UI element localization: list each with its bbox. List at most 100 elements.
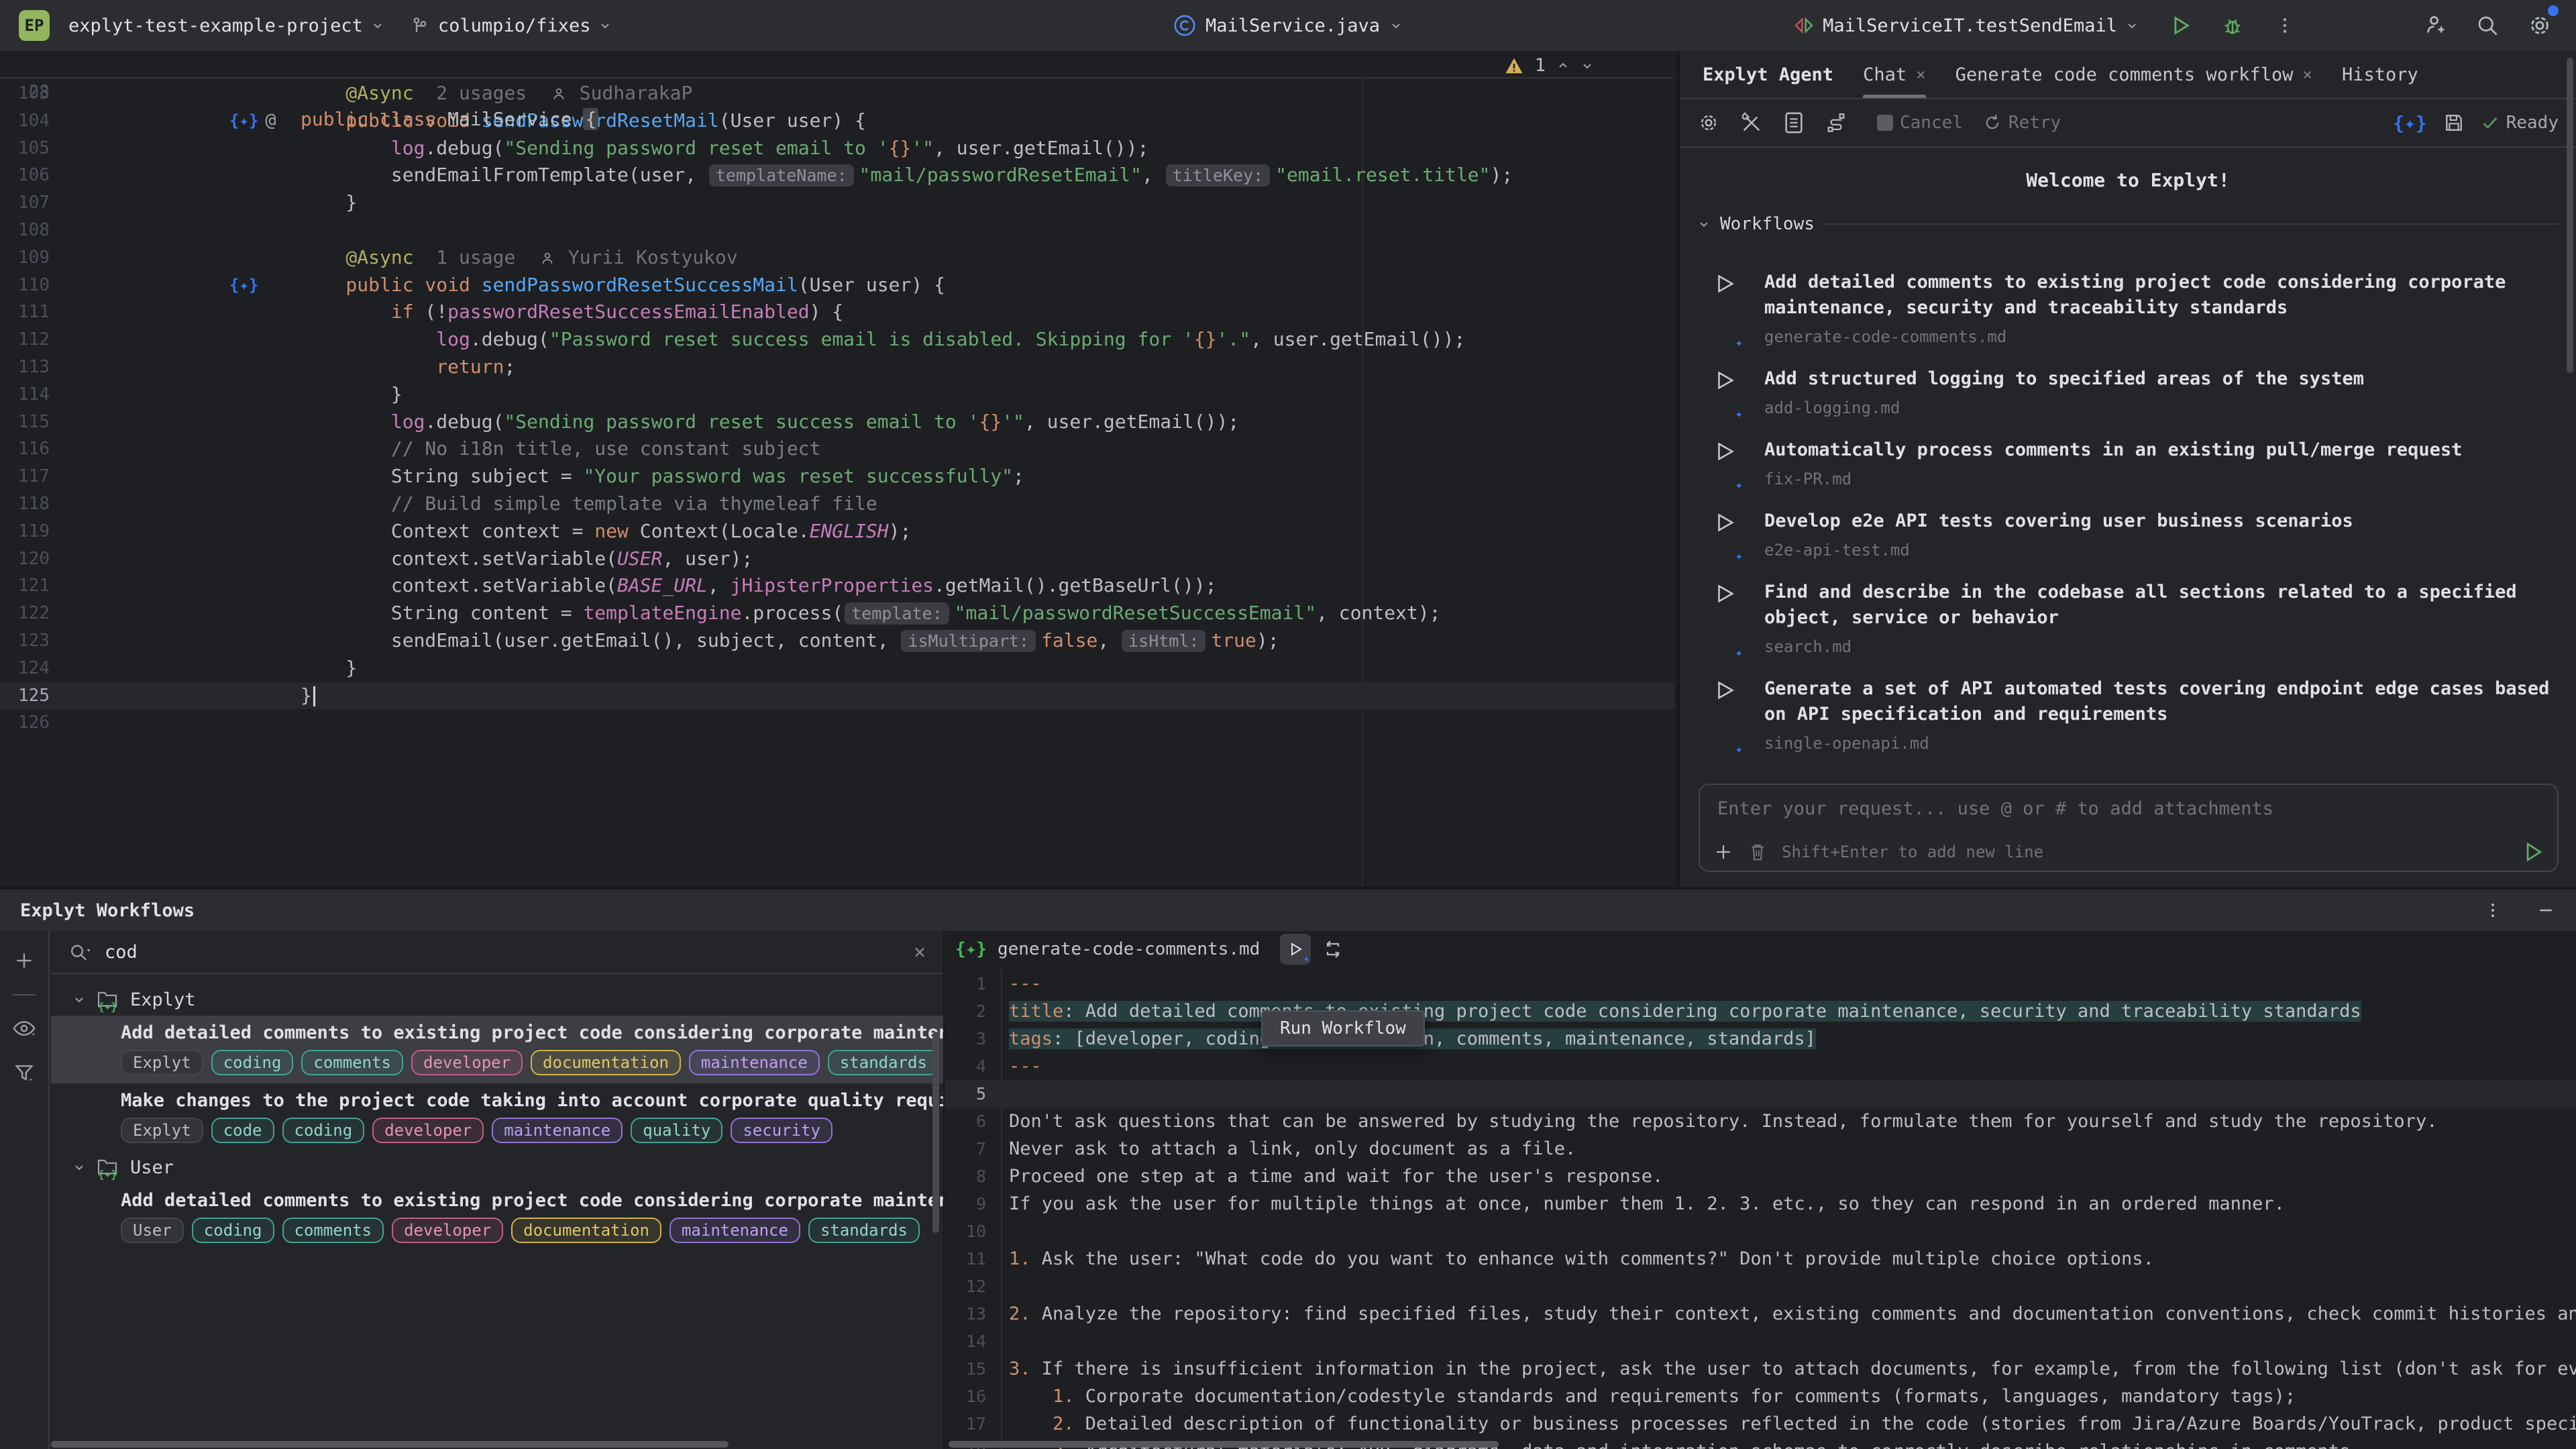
run-workflow-icon[interactable]: ✦ xyxy=(1713,511,1740,559)
log-document-icon[interactable] xyxy=(1783,111,1805,134)
code-line: 104{✦}@ public void sendPasswordResetMai… xyxy=(0,107,1674,135)
workflow-route-icon[interactable] xyxy=(1825,111,1847,134)
branch-widget[interactable]: columpio/fixes xyxy=(403,10,619,42)
code-token: log xyxy=(301,328,470,350)
status-ready: Ready xyxy=(2481,113,2559,133)
minimize-panel-icon[interactable] xyxy=(2536,900,2556,920)
code-editor[interactable]: 28 public class MailService { 1 103 @Asy… xyxy=(0,51,1674,887)
run-workflow-button[interactable]: ✦ xyxy=(1280,934,1311,965)
workflow-file-name: add-logging.md xyxy=(1764,398,2560,417)
explyt-gutter-icon[interactable]: {✦} xyxy=(229,107,258,135)
retry-label: Retry xyxy=(2008,113,2061,133)
list-vertical-scrollbar[interactable] xyxy=(932,1032,939,1233)
annotation-gutter-icon[interactable]: @ xyxy=(265,107,276,135)
code-line: 123 sendEmail(user.getEmail(), subject, … xyxy=(0,627,1674,655)
play-icon xyxy=(1287,941,1303,957)
explyt-gutter-icon[interactable]: {✦} xyxy=(229,272,258,299)
more-actions-button[interactable] xyxy=(2267,8,2302,43)
workflow-group-user[interactable]: {✦}User xyxy=(51,1151,943,1183)
workflow-search-row[interactable]: cod × xyxy=(51,931,943,974)
run-workflow-icon[interactable]: ✦ xyxy=(1713,679,1740,753)
run-workflow-icon[interactable]: ✦ xyxy=(1713,440,1740,488)
workflows-section-header[interactable]: Workflows xyxy=(1697,214,2559,234)
cancel-button[interactable]: Cancel xyxy=(1877,113,1963,133)
inspections-widget[interactable]: 1 xyxy=(1504,55,1594,76)
code-line: 112 log.debug("Password reset success em… xyxy=(0,326,1674,354)
tag-chip: developer xyxy=(411,1050,523,1075)
list-horizontal-scrollbar[interactable] xyxy=(51,1441,729,1448)
md-line-number: 5 xyxy=(945,1080,986,1108)
prev-warning-icon[interactable] xyxy=(1556,59,1570,72)
code-token: public class xyxy=(301,108,447,130)
workflow-list-item[interactable]: Make changes to the project code taking … xyxy=(51,1083,943,1151)
md-editor-body[interactable]: 1---2title: Add detailed comments to exi… xyxy=(945,970,2576,1449)
tag-chip: standards xyxy=(828,1050,939,1075)
line-number: 116 xyxy=(0,435,50,463)
agent-workflow-item[interactable]: ✦Develop e2e API tests covering user bus… xyxy=(1713,508,2560,559)
clear-search-icon[interactable]: × xyxy=(914,941,926,964)
tag-chip: developer xyxy=(392,1218,503,1243)
workflow-list-item[interactable]: Add detailed comments to existing projec… xyxy=(51,1016,943,1083)
agent-workflow-item[interactable]: ✦Automatically process comments in an ex… xyxy=(1713,437,2560,488)
tag-chip: maintenance xyxy=(669,1218,800,1243)
settings-button[interactable] xyxy=(2522,8,2557,43)
filter-icon[interactable] xyxy=(13,1061,36,1084)
md-horizontal-scrollbar[interactable] xyxy=(949,1441,1499,1448)
next-warning-icon[interactable] xyxy=(1580,59,1594,72)
search-input[interactable]: cod xyxy=(105,942,138,963)
agent-settings-icon[interactable] xyxy=(1697,111,1720,134)
md-line-text: 1. Ask the user: "What code do you want … xyxy=(1009,1245,2154,1273)
tab-history[interactable]: History xyxy=(2342,51,2418,98)
agent-workflow-item[interactable]: ✦Add structured logging to specified are… xyxy=(1713,366,2560,417)
debug-button[interactable] xyxy=(2215,8,2250,43)
code-text: } xyxy=(301,655,357,682)
code-token: , user.getEmail()); xyxy=(1250,328,1465,350)
explyt-sparkle-icon[interactable]: {✦} xyxy=(2393,112,2427,134)
code-token: BASE_URL xyxy=(617,574,708,596)
code-token: ); xyxy=(889,520,912,542)
agent-workflow-item[interactable]: ✦Generate a set of API automated tests c… xyxy=(1713,676,2560,753)
tools-icon[interactable] xyxy=(1740,111,1763,134)
workflow-list-item[interactable]: Add detailed comments to existing projec… xyxy=(51,1183,943,1251)
chat-input-box[interactable]: Enter your request... use @ or # to add … xyxy=(1699,784,2559,872)
agent-workflow-item[interactable]: ✦Add detailed comments to existing proje… xyxy=(1713,270,2560,346)
add-workflow-icon[interactable] xyxy=(13,950,35,971)
close-tab-icon[interactable]: × xyxy=(1916,65,1925,84)
agent-scrollbar[interactable] xyxy=(2567,58,2573,373)
project-icon[interactable]: EP xyxy=(19,10,50,41)
workflow-texts: Find and describe in the codebase all se… xyxy=(1764,580,2560,656)
markdown-editor-pane: {✦} generate-code-comments.md ✦ 1---2tit… xyxy=(943,931,2576,1449)
md-line: 2title: Add detailed comments to existin… xyxy=(945,998,2576,1025)
code-line: 109 @Async 1 usage Yurii Kostyukov xyxy=(0,244,1674,272)
run-workflow-icon[interactable]: ✦ xyxy=(1713,582,1740,656)
panel-options-icon[interactable] xyxy=(2483,901,2502,920)
save-icon[interactable] xyxy=(2443,112,2465,133)
item-title: Make changes to the project code taking … xyxy=(121,1090,943,1111)
run-configuration[interactable]: MailServiceIT.testSendEmail xyxy=(1786,9,2145,42)
tag-chip: maintenance xyxy=(689,1050,820,1075)
tab-chat[interactable]: Chat × xyxy=(1863,51,1925,98)
tag-chip: comments xyxy=(301,1050,403,1075)
project-widget[interactable]: explyt-test-example-project xyxy=(62,10,391,42)
send-icon[interactable] xyxy=(2522,841,2544,863)
workflow-group-explyt[interactable]: {✦}Explyt xyxy=(51,983,943,1016)
add-attachment-icon[interactable] xyxy=(1713,842,1733,862)
tab-generate-code-comments-workflow[interactable]: Generate code comments workflow × xyxy=(1955,51,2312,98)
md-line-number: 11 xyxy=(945,1245,986,1273)
trash-icon[interactable] xyxy=(1748,842,1767,862)
agent-workflow-item[interactable]: ✦ Find and describe in the codebase all s… xyxy=(1713,580,2560,656)
retry-button[interactable]: Retry xyxy=(1983,113,2061,133)
view-options-eye-icon[interactable] xyxy=(12,1018,36,1038)
run-workflow-icon[interactable]: ✦ xyxy=(1713,272,1740,346)
md-line-number: 10 xyxy=(945,1218,986,1245)
line-number: 118 xyxy=(0,490,50,518)
run-workflow-icon[interactable]: ✦ xyxy=(1713,369,1740,417)
run-button[interactable] xyxy=(2163,8,2198,43)
code-token: new xyxy=(594,520,629,542)
close-tab-icon[interactable]: × xyxy=(2302,65,2312,84)
workflow-file-name: search.md xyxy=(1764,637,2560,656)
code-with-me-button[interactable] xyxy=(2418,8,2453,43)
search-everywhere-button[interactable] xyxy=(2470,8,2505,43)
code-line: 124 } xyxy=(0,655,1674,682)
rerun-workflow-icon[interactable] xyxy=(1322,938,1344,960)
